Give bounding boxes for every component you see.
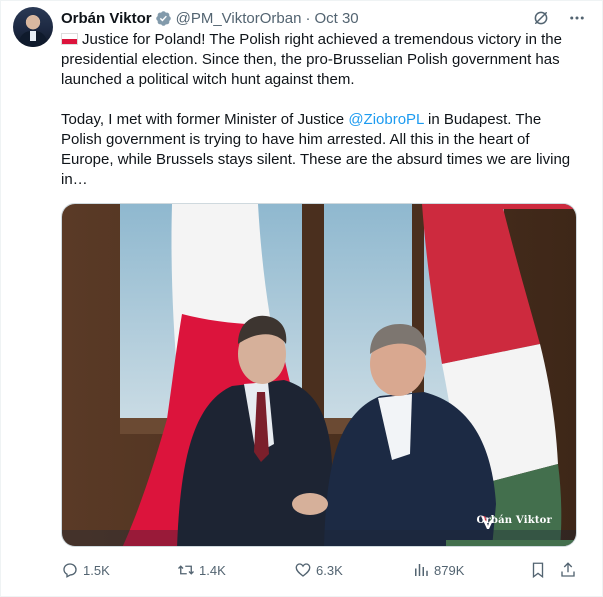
views-icon xyxy=(415,564,428,576)
views-count: 879K xyxy=(434,562,465,578)
photo-illustration xyxy=(62,204,576,546)
retweet-count: 1.4K xyxy=(199,562,226,578)
retweet-icon xyxy=(178,565,194,575)
tweet-actions: 1.5K 1.4K 6.3K 879K xyxy=(61,558,581,582)
more-icon[interactable] xyxy=(568,9,586,27)
header-separator: · xyxy=(305,9,311,27)
bookmark-icon xyxy=(532,562,544,579)
share-button[interactable] xyxy=(559,558,581,582)
verified-badge-icon[interactable] xyxy=(155,10,172,27)
red-strip xyxy=(448,204,576,209)
tweet-paragraph-1: Justice for Poland! The Polish right ach… xyxy=(61,30,586,90)
tweet-card[interactable]: Orbán Viktor @PM_ViktorOrban · Oct 30 Ju… xyxy=(0,0,603,597)
handshake xyxy=(292,493,328,515)
author-handle[interactable]: @PM_ViktorOrban xyxy=(176,10,302,27)
retweet-button[interactable]: 1.4K xyxy=(177,558,226,582)
heart-icon xyxy=(295,563,311,577)
photo-watermark: Orbán Viktor xyxy=(476,515,552,526)
reply-count: 1.5K xyxy=(83,562,110,578)
bookmark-button[interactable] xyxy=(529,558,551,582)
reply-icon xyxy=(63,563,77,578)
poland-flag-emoji xyxy=(61,33,78,45)
grok-icon[interactable] xyxy=(532,9,550,27)
author-name[interactable]: Orbán Viktor xyxy=(61,10,152,27)
mention-link[interactable]: @ZiobroPL xyxy=(348,111,424,128)
tweet-date[interactable]: Oct 30 xyxy=(314,10,358,27)
author-avatar[interactable] xyxy=(13,7,53,47)
reply-button[interactable]: 1.5K xyxy=(61,558,110,582)
tweet-top-icons xyxy=(532,9,586,27)
tweet-text: Justice for Poland! The Polish right ach… xyxy=(61,30,586,190)
share-icon xyxy=(561,562,575,577)
tweet-header: Orbán Viktor @PM_ViktorOrban · Oct 30 xyxy=(61,8,359,28)
views-button[interactable]: 879K xyxy=(412,558,464,582)
tweet-paragraph-1-text: Justice for Poland! The Polish right ach… xyxy=(61,31,562,88)
avatar-shirt xyxy=(30,31,36,41)
green-strip xyxy=(446,540,576,546)
like-count: 6.3K xyxy=(316,562,343,578)
tweet-media-photo[interactable]: Orbán Viktor xyxy=(61,203,577,547)
tweet-paragraph-2: Today, I met with former Minister of Jus… xyxy=(61,110,586,190)
like-button[interactable]: 6.3K xyxy=(294,558,343,582)
tweet-paragraph-2-before: Today, I met with former Minister of Jus… xyxy=(61,111,349,128)
